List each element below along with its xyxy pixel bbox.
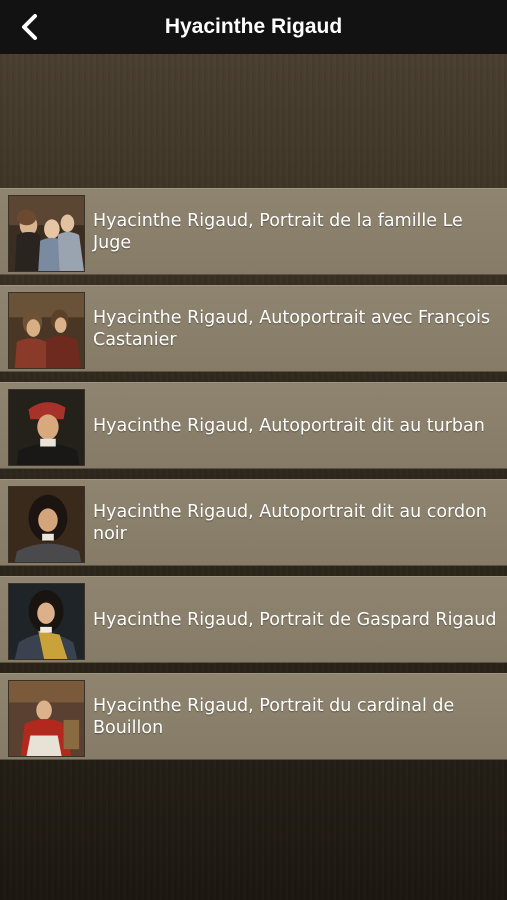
painting-thumbnail [8, 195, 85, 272]
painting-thumbnail [8, 680, 85, 757]
painting-thumbnail [8, 389, 85, 466]
list-item[interactable]: Hyacinthe Rigaud, Autoportrait dit au tu… [0, 382, 507, 469]
navigation-bar: Hyacinthe Rigaud [0, 0, 507, 54]
list-item-label: Hyacinthe Rigaud, Portrait de Gaspard Ri… [93, 609, 497, 630]
painting-thumbnail [8, 486, 85, 563]
list-item[interactable]: Hyacinthe Rigaud, Portrait du cardinal d… [0, 673, 507, 760]
list-item-label: Hyacinthe Rigaud, Portrait de la famille… [93, 210, 463, 253]
list-item-label: Hyacinthe Rigaud, Portrait du cardinal d… [93, 695, 455, 738]
page-title: Hyacinthe Rigaud [164, 15, 343, 38]
list-item[interactable]: Hyacinthe Rigaud, Portrait de la famille… [0, 188, 507, 275]
painting-thumbnail [8, 292, 85, 369]
painting-list: Hyacinthe Rigaud, Portrait de la famille… [0, 188, 507, 770]
list-item[interactable]: Hyacinthe Rigaud, Autoportrait dit au co… [0, 479, 507, 566]
list-item-label: Hyacinthe Rigaud, Autoportrait dit au tu… [93, 415, 485, 436]
list-item-label: Hyacinthe Rigaud, Autoportrait dit au co… [93, 501, 487, 544]
list-item[interactable]: Hyacinthe Rigaud, Autoportrait avec Fran… [0, 285, 507, 372]
list-item-label: Hyacinthe Rigaud, Autoportrait avec Fran… [93, 307, 491, 350]
painting-thumbnail [8, 583, 85, 660]
list-item[interactable]: Hyacinthe Rigaud, Portrait de Gaspard Ri… [0, 576, 507, 663]
